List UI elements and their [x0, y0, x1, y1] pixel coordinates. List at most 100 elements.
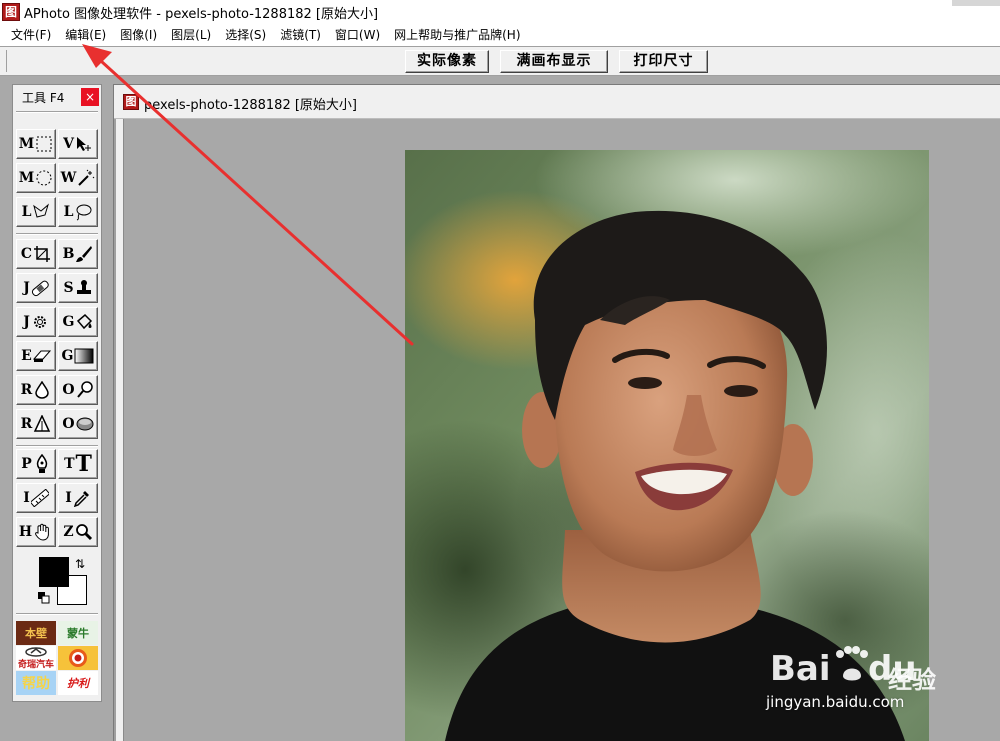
tool-move[interactable]: V	[58, 129, 98, 159]
brand-tile-help[interactable]: 帮助	[16, 671, 56, 695]
tool-shortcut: W	[60, 170, 77, 186]
menu-select[interactable]: 选择(S)	[218, 24, 273, 46]
menu-help[interactable]: 网上帮助与推广品牌(H)	[387, 24, 527, 46]
tool-rect-marquee[interactable]: M	[16, 129, 56, 159]
tool-magic-wand[interactable]: W	[58, 163, 98, 193]
zoom-icon	[75, 524, 92, 541]
tool-ellipse-marquee[interactable]: M	[16, 163, 56, 193]
tool-text[interactable]: T T	[58, 449, 98, 479]
title-bar-edge	[952, 0, 1000, 6]
tool-panel-divider	[16, 445, 98, 447]
document-logo-icon: 图	[123, 94, 139, 110]
toolbar: 实际像素 满画布显示 打印尺寸	[0, 46, 1000, 76]
tool-shortcut: J	[23, 280, 30, 296]
brand-tile-huli[interactable]: 护利	[58, 671, 98, 695]
document-title: pexels-photo-1288182 [原始大小]	[144, 98, 357, 113]
tool-blur[interactable]: R	[16, 375, 56, 405]
brush-icon	[76, 246, 93, 262]
menu-file[interactable]: 文件(F)	[4, 24, 58, 46]
tool-shortcut: O	[62, 382, 75, 398]
bandage-icon	[31, 280, 49, 297]
tool-dodge[interactable]: O	[58, 375, 98, 405]
tool-panel-close-button[interactable]: ×	[81, 88, 99, 106]
tool-panel-header[interactable]: 工具 F4 ×	[13, 85, 101, 109]
lasso-icon	[76, 204, 92, 221]
tool-stamp[interactable]: S	[58, 273, 98, 303]
tool-eraser[interactable]: E	[16, 341, 56, 371]
tool-bucket[interactable]: G	[58, 307, 98, 337]
dodge-icon	[76, 381, 93, 398]
sponge-icon	[76, 417, 94, 431]
tool-shortcut: O	[62, 416, 75, 432]
move-icon	[76, 137, 91, 151]
tool-sponge[interactable]: O	[58, 409, 98, 439]
bucket-icon	[77, 313, 93, 330]
pen-icon	[36, 454, 47, 473]
tool-sun[interactable]: J	[16, 307, 56, 337]
tool-shortcut: L	[63, 204, 74, 220]
tool-zoom[interactable]: Z	[58, 517, 98, 547]
tool-measure[interactable]: I	[16, 483, 56, 513]
menu-window[interactable]: 窗口(W)	[328, 24, 387, 46]
actual-pixels-button[interactable]: 实际像素	[405, 50, 489, 73]
title-bar: 图 APhoto 图像处理软件 - pexels-photo-1288182 […	[0, 0, 1000, 24]
tool-bandage[interactable]: J	[16, 273, 56, 303]
tool-shortcut: Z	[63, 524, 74, 540]
tool-panel: 工具 F4 × M V M W L L C B J S J G E G R O …	[12, 84, 102, 702]
document-title-bar[interactable]: 图 pexels-photo-1288182 [原始大小]	[114, 85, 1000, 119]
foreground-color-swatch[interactable]	[39, 557, 69, 587]
tool-shortcut: C	[20, 246, 33, 262]
chery-logo-icon	[25, 646, 47, 657]
watermark-brand: Bai	[770, 649, 831, 689]
tool-panel-divider	[16, 613, 98, 615]
menu-filter[interactable]: 滤镜(T)	[273, 24, 328, 46]
sharpen-icon	[34, 415, 51, 432]
tool-hand[interactable]: H	[16, 517, 56, 547]
tool-sharpen[interactable]: R	[16, 409, 56, 439]
menu-image[interactable]: 图像(I)	[113, 24, 164, 46]
tool-shortcut: R	[20, 416, 33, 432]
tool-shortcut: G	[62, 314, 75, 330]
tool-shortcut: I	[65, 490, 72, 506]
tool-eyedropper[interactable]: I	[58, 483, 98, 513]
watermark-cn: 经验	[888, 666, 936, 694]
tool-shortcut: P	[21, 456, 32, 472]
tool-lasso[interactable]: L	[58, 197, 98, 227]
tool-shortcut: R	[20, 382, 33, 398]
tool-polygon-lasso[interactable]: L	[16, 197, 56, 227]
polygon-lasso-icon	[33, 203, 50, 218]
menu-layer[interactable]: 图层(L)	[164, 24, 218, 46]
brand-tile-benbi[interactable]: 本壁	[16, 621, 56, 645]
tool-brush[interactable]: B	[58, 239, 98, 269]
tool-crop[interactable]: C	[16, 239, 56, 269]
crop-icon	[34, 246, 51, 262]
brand-tile-label: 奇瑞汽车	[17, 659, 54, 670]
print-size-button[interactable]: 打印尺寸	[619, 50, 708, 73]
tool-shortcut: V	[63, 136, 74, 152]
magic-wand-icon	[78, 169, 95, 186]
swap-colors-icon[interactable]: ⇅	[75, 557, 85, 571]
eyedropper-icon	[73, 491, 89, 507]
measure-icon	[30, 489, 49, 507]
menu-edit[interactable]: 编辑(E)	[58, 24, 113, 46]
tool-shortcut: J	[23, 314, 30, 330]
tool-pen[interactable]: P	[16, 449, 56, 479]
brand-tile-mengniu[interactable]: 蒙牛	[58, 621, 98, 645]
tool-shortcut: B	[62, 246, 75, 262]
tool-panel-divider	[16, 111, 98, 113]
brand-tile-eye[interactable]	[58, 646, 98, 670]
brand-tile-chery[interactable]: 奇瑞汽车	[16, 646, 56, 670]
default-colors-icon[interactable]	[37, 591, 51, 605]
tool-panel-divider	[16, 233, 98, 235]
toolbar-grip[interactable]	[6, 50, 7, 72]
app-logo-icon: 图	[2, 3, 20, 21]
tool-shortcut: M	[18, 136, 35, 152]
tool-shortcut: M	[18, 170, 35, 186]
rect-marquee-icon	[36, 136, 52, 152]
tool-shortcut: I	[23, 490, 30, 506]
drop-icon	[35, 381, 50, 399]
tool-gradient[interactable]: G	[58, 341, 98, 371]
window-title: APhoto 图像处理软件 - pexels-photo-1288182 [原始…	[24, 6, 379, 22]
fit-canvas-button[interactable]: 满画布显示	[500, 50, 608, 73]
watermark-url: jingyan.baidu.com	[766, 693, 905, 711]
